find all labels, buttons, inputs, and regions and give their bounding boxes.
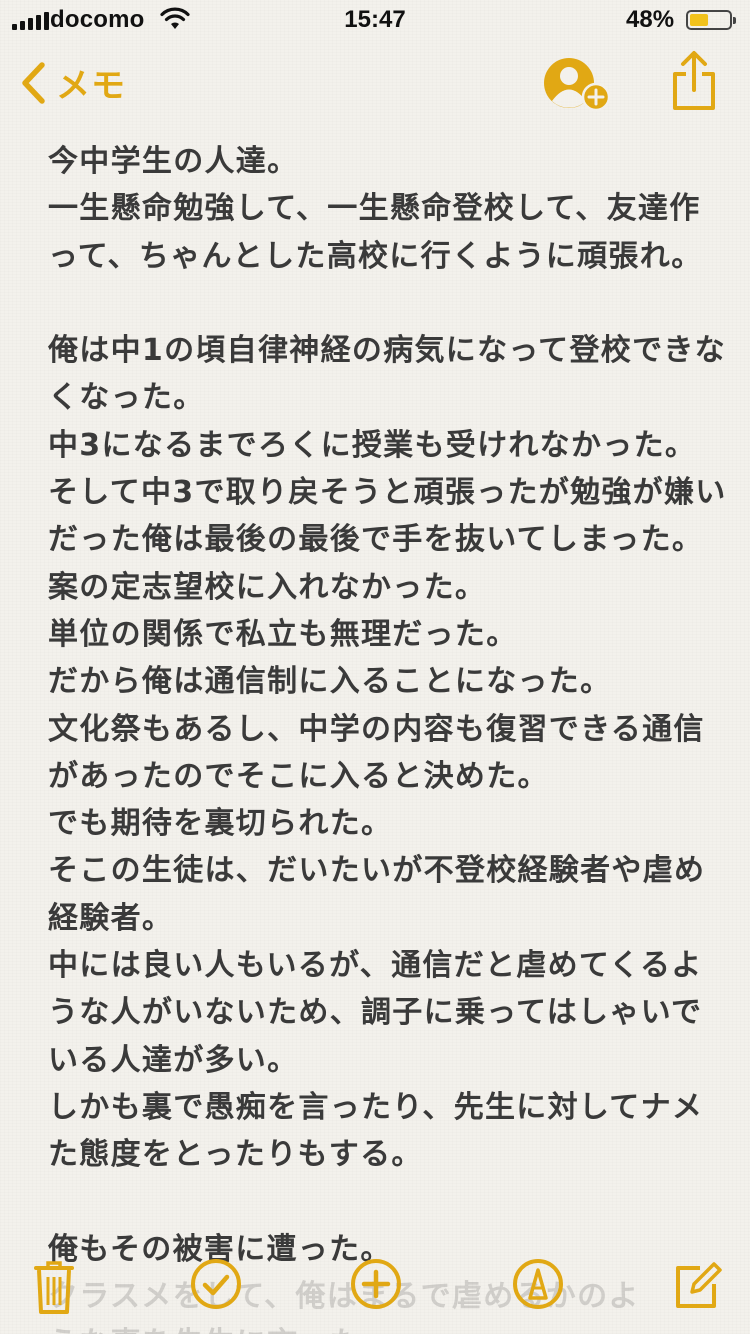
note-line: 中3になるまでろくに授業も受けれなかった。 [48, 427, 697, 463]
note-line: 一生懸命勉強して、一生懸命登校して、友達作 [48, 191, 701, 227]
note-line: 俺は中1の頃自律神経の病気になって登校できな [48, 333, 726, 369]
chevron-left-icon [22, 61, 45, 104]
markup-icon[interactable] [512, 1258, 564, 1310]
note-line: 単位の関係で私立も無理だった。 [48, 616, 518, 652]
note-line: って、ちゃんとした高校に行くように頑張れ。 [48, 238, 703, 274]
back-button[interactable]: メモ [20, 58, 126, 107]
trash-icon[interactable] [34, 1258, 74, 1316]
note-line: うな人がいないため、調子に乗ってはしゃいで [48, 995, 703, 1031]
note-line: だった俺は最後の最後で手を抜いてしまった。 [48, 522, 704, 558]
note-line: 中には良い人もいるが、通信だと虐めてくるよ [48, 948, 703, 984]
add-icon[interactable] [350, 1258, 402, 1310]
navigation-bar: メモ [0, 40, 750, 128]
note-line: いる人達が多い。 [48, 1042, 299, 1078]
note-line: そこの生徒は、だいたいが不登校経験者や虐め [48, 853, 706, 889]
compose-icon[interactable] [674, 1258, 724, 1310]
bottom-toolbar [0, 1248, 750, 1334]
note-line: でも期待を裏切られた。 [48, 806, 393, 842]
note-body[interactable]: 今中学生の人達。一生懸命勉強して、一生懸命登校して、友達作 って、ちゃんとした高校… [48, 138, 727, 1334]
share-icon[interactable] [670, 50, 718, 112]
note-line [48, 280, 708, 327]
note-line: しかも裏で愚痴を言ったり、先生に対してナメ [48, 1089, 704, 1125]
battery-icon [686, 10, 736, 30]
note-line: 今中学生の人達。 [48, 144, 299, 179]
note-line: そして中3で取り戻そうと頑張ったが勉強が嫌い [48, 475, 727, 511]
battery-percent: 48% [626, 6, 675, 33]
add-person-icon[interactable] [542, 56, 614, 112]
back-label: メモ [56, 66, 126, 106]
note-line: 案の定志望校に入れなかった。 [48, 569, 487, 605]
note-line: 文化祭もあるし、中学の内容も復習できる通信 [48, 711, 705, 747]
battery-level-fill [690, 14, 708, 26]
note-line: 経験者。 [48, 900, 174, 936]
note-line: くなった。 [48, 380, 205, 416]
note-line: た態度をとったりもする。 [48, 1137, 423, 1173]
checklist-icon[interactable] [190, 1258, 242, 1310]
note-line: があったのでそこに入ると決めた。 [48, 758, 549, 794]
status-bar: docomo 15:47 48% [0, 0, 750, 40]
note-line [48, 1179, 708, 1226]
note-line: だから俺は通信制に入ることになった。 [48, 664, 612, 700]
